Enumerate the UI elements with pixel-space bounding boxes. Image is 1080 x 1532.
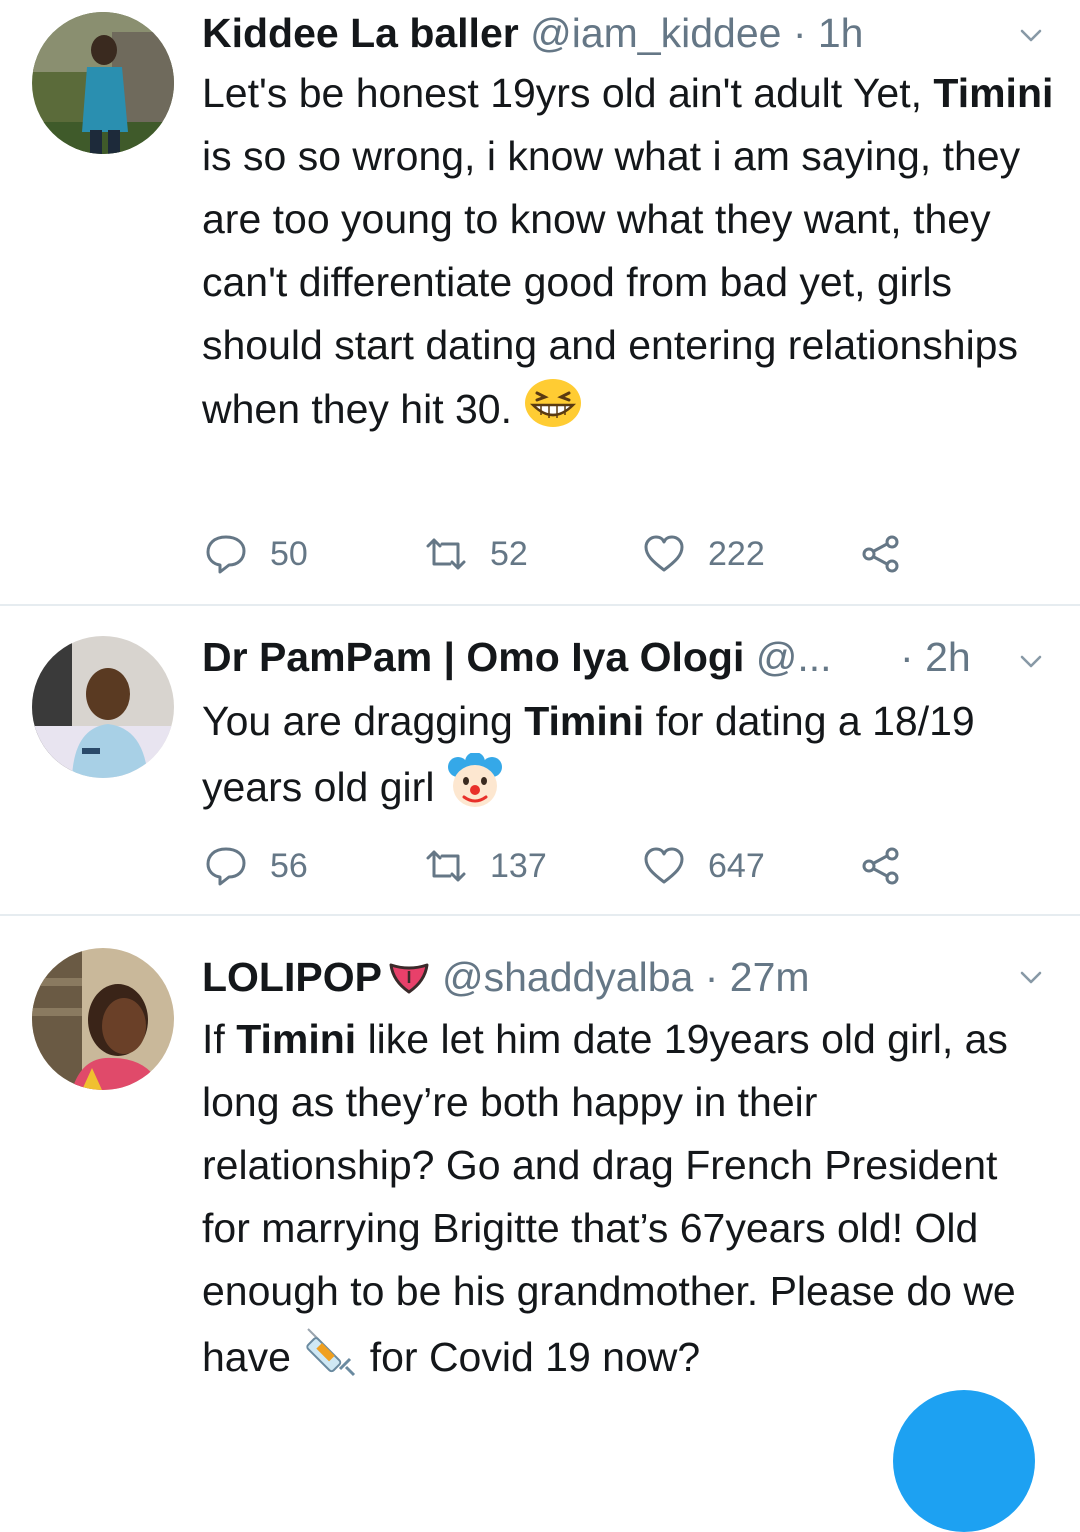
tweet-text: You are dragging Timini for dating a 18/… (202, 690, 1062, 827)
like-count: 222 (708, 534, 765, 573)
mention-bold: Timini (236, 1016, 357, 1062)
chevron-down-icon[interactable] (1016, 646, 1046, 676)
tweet-3[interactable]: LOLIPOP @shaddyalba · 27m If Timini like… (0, 916, 1080, 1444)
compose-tweet-button[interactable] (893, 1390, 1035, 1532)
like-count: 647 (708, 846, 765, 885)
retweet-button[interactable]: 137 (424, 844, 547, 888)
username[interactable]: @iam_kiddee (530, 10, 781, 56)
heart-icon (644, 535, 684, 572)
retweet-count: 52 (490, 534, 528, 573)
username[interactable]: @... (756, 634, 832, 680)
tweet-header: LOLIPOP @shaddyalba · 27m (202, 952, 990, 1002)
tweet-text: If Timini like let him date 19years old … (202, 1008, 1044, 1397)
display-name[interactable]: LOLIPOP (202, 954, 382, 1000)
display-name[interactable]: Dr PamPam | Omo Iya Ologi (202, 634, 744, 680)
avatar[interactable] (32, 948, 174, 1090)
tweet-1[interactable]: Kiddee La baller @iam_kiddee · 1h Let's … (0, 0, 1080, 606)
timestamp-group: · 2h (900, 632, 1010, 682)
tweet-actions: 50 52 222 (202, 532, 922, 576)
share-button[interactable] (860, 844, 924, 888)
separator: · (781, 10, 818, 56)
avatar[interactable] (32, 636, 174, 778)
reply-count: 56 (270, 846, 308, 885)
reply-icon (206, 535, 246, 574)
reply-icon (206, 847, 246, 886)
chevron-down-icon[interactable] (1016, 962, 1046, 992)
like-button[interactable]: 647 (642, 844, 765, 888)
retweet-button[interactable]: 52 (424, 532, 528, 576)
like-button[interactable]: 222 (642, 532, 765, 576)
tweet-header: Dr PamPam | Omo Iya Ologi @... (202, 632, 960, 682)
separator: · (900, 634, 914, 680)
tweet-actions: 56 137 647 (202, 844, 922, 888)
display-name[interactable]: Kiddee La baller (202, 10, 519, 56)
reply-count: 50 (270, 534, 308, 573)
chevron-down-icon[interactable] (1016, 20, 1046, 50)
reply-button[interactable]: 50 (204, 532, 308, 576)
retweet-icon (426, 538, 466, 570)
heart-icon (644, 847, 684, 884)
tweet-text: Let's be honest 19yrs old ain't adult Ye… (202, 62, 1062, 447)
username[interactable]: @shaddyalba (442, 954, 693, 1000)
reply-button[interactable]: 56 (204, 844, 308, 888)
mention-bold: Timini (524, 698, 645, 744)
retweet-count: 137 (490, 846, 547, 885)
share-icon (862, 535, 899, 573)
timestamp[interactable]: 1h (818, 10, 864, 56)
tongue-icon (388, 956, 430, 1002)
tweet-2[interactable]: Dr PamPam | Omo Iya Ologi @... · 2h You … (0, 606, 1080, 916)
avatar[interactable] (32, 12, 174, 154)
syringe-icon (302, 1323, 358, 1397)
mention-bold: Timini (933, 70, 1054, 116)
tweet-header: Kiddee La baller @iam_kiddee · 1h (202, 8, 990, 58)
share-button[interactable] (860, 532, 924, 576)
share-icon (862, 847, 899, 885)
separator: · (693, 954, 730, 1000)
retweet-icon (426, 850, 466, 882)
timestamp[interactable]: 2h (925, 634, 971, 680)
timestamp[interactable]: 27m (730, 954, 810, 1000)
grinning-squinting-face-icon (523, 377, 583, 447)
clown-face-icon (446, 752, 504, 827)
